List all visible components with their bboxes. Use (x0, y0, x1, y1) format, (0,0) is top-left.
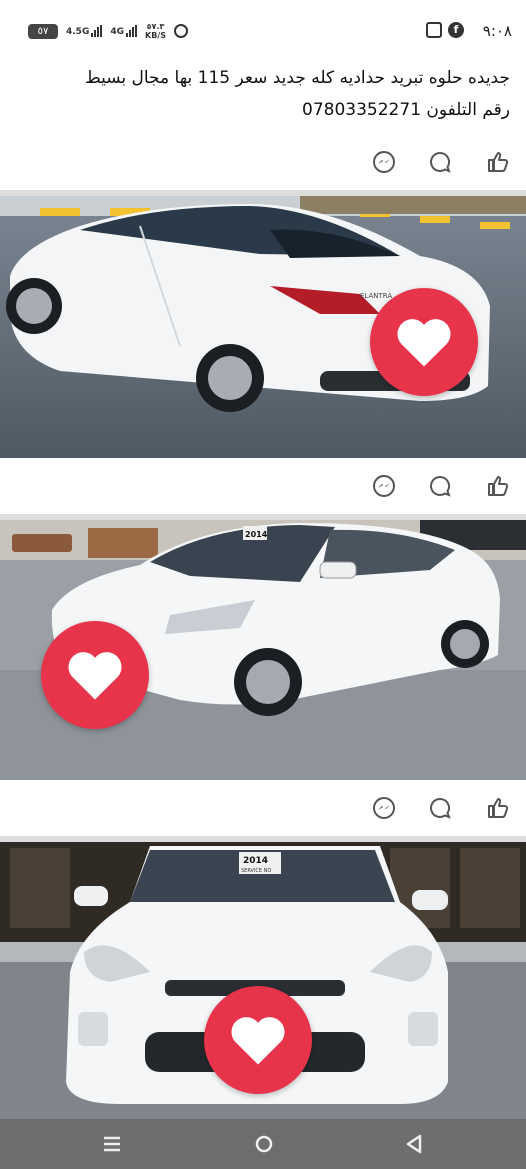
heart-reaction-2[interactable] (41, 621, 149, 729)
post-text-line-1: جديده حلوه تبريد حداديه كله جديد سعر 115… (84, 68, 510, 88)
system-nav-bar (0, 1119, 526, 1169)
thumbs-up-icon[interactable] (486, 150, 510, 174)
heart-reaction-3[interactable] (204, 986, 312, 1094)
heart-icon (68, 652, 122, 700)
messenger-icon[interactable] (372, 474, 396, 498)
windshield-sticker-sub: SERVICE NO (241, 868, 271, 874)
comment-icon[interactable] (428, 474, 452, 498)
facebook-icon: f (448, 22, 464, 38)
home-icon[interactable] (250, 1131, 278, 1157)
network-1-label: 4.5G (66, 27, 90, 37)
heart-icon (231, 1017, 285, 1065)
alarm-icon (173, 24, 188, 38)
network-speed: ٥٧.٣ KB/S (145, 22, 166, 40)
status-bar: ٥٧ 4.5G 4G ٥٧.٣ KB/S f ٩:٠٨ (0, 0, 526, 52)
post-photo-3[interactable]: 2014 SERVICE NO (0, 842, 526, 1119)
thumbs-up-icon[interactable] (486, 796, 510, 820)
recent-apps-icon[interactable] (98, 1131, 126, 1157)
post-text: جديده حلوه تبريد حداديه كله جديد سعر 115… (10, 62, 510, 126)
speed-unit: KB/S (145, 31, 166, 40)
messenger-icon[interactable] (372, 150, 396, 174)
back-icon[interactable] (400, 1131, 428, 1157)
post-photo-1[interactable]: ELANTRA (0, 196, 526, 458)
windshield-sticker: 2014 (243, 856, 268, 866)
post-actions (0, 134, 526, 190)
heart-reaction-1[interactable] (370, 288, 478, 396)
comment-icon[interactable] (428, 796, 452, 820)
post-photo-2[interactable]: 2014 (0, 520, 526, 780)
speed-value: ٥٧.٣ (146, 22, 165, 31)
clock: ٩:٠٨ (482, 22, 512, 40)
network-2-label: 4G (110, 27, 124, 37)
battery-icon: ٥٧ (28, 23, 58, 39)
post-text-line-2[interactable]: رقم التلفون 07803352271 (10, 94, 510, 126)
photo-actions-1 (0, 458, 526, 514)
gallery-icon (426, 22, 442, 38)
heart-icon (397, 319, 451, 367)
photo-actions-2 (0, 780, 526, 836)
thumbs-up-icon[interactable] (486, 474, 510, 498)
windshield-sticker: 2014 (245, 530, 268, 539)
comment-icon[interactable] (428, 150, 452, 174)
messenger-icon[interactable] (372, 796, 396, 820)
car-badge: ELANTRA (360, 292, 392, 300)
status-left: ٥٧ 4.5G 4G ٥٧.٣ KB/S (28, 22, 188, 40)
signal-2-icon: 4G (110, 25, 137, 37)
signal-1-icon: 4.5G (66, 25, 103, 37)
battery-level: ٥٧ (37, 25, 49, 37)
